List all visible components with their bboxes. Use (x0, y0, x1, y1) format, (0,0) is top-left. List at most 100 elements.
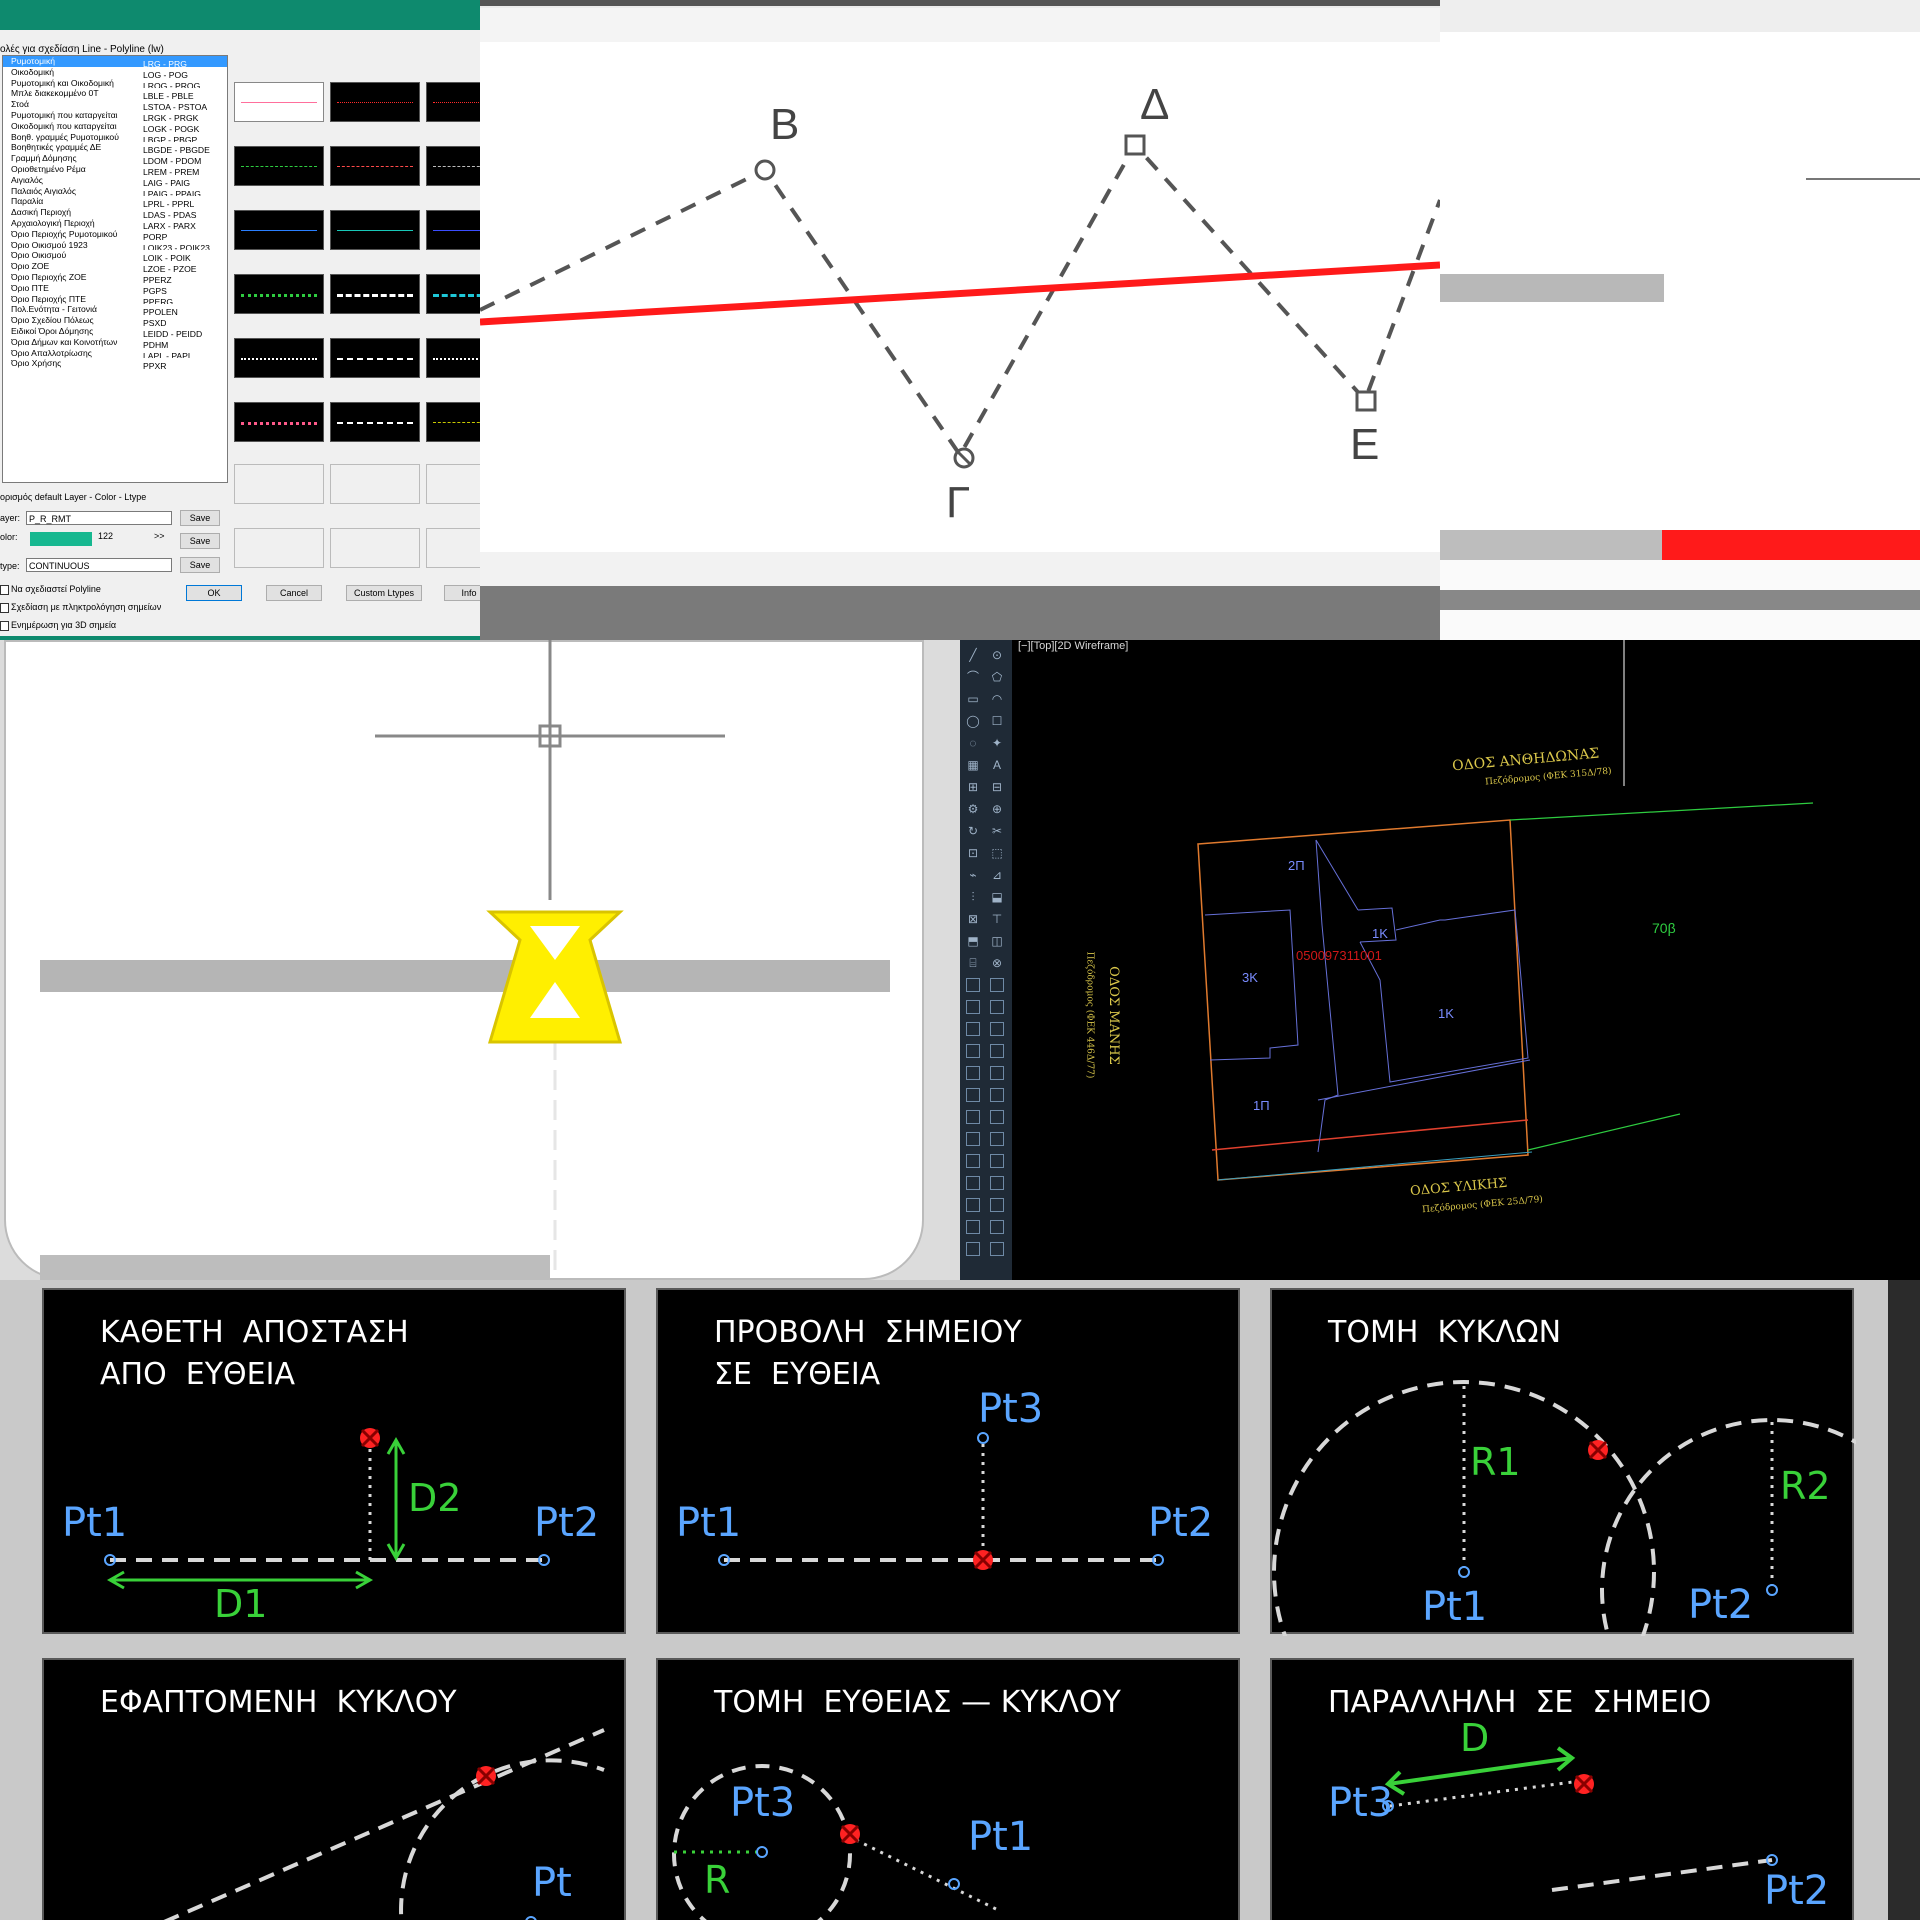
linetype-swatch-empty[interactable] (234, 464, 324, 504)
linetype-swatch[interactable] (234, 82, 324, 122)
ok-button[interactable]: OK (186, 585, 242, 601)
linetype-swatch[interactable] (330, 402, 420, 442)
checkbox-box[interactable] (0, 620, 9, 631)
right-border (1888, 1280, 1920, 1920)
linetype-swatch[interactable] (234, 402, 324, 442)
interior-line (1315, 839, 1359, 911)
linetype-list-item[interactable]: Όριο Περιοχής Ρυμοτομικού PORP (3, 229, 227, 240)
linetype-swatch[interactable] (330, 146, 420, 186)
linetype-swatch[interactable] (426, 146, 480, 186)
linetype-list-item[interactable]: Ειδικοί Όροι Δόμησης LEIDD - PEIDD (3, 326, 227, 337)
vertex-marker-b (754, 159, 776, 181)
color-more-button[interactable]: >> (154, 531, 165, 541)
label-pt3: Pt3 (1328, 1780, 1394, 1826)
linetype-list-item[interactable]: Όριο Οικισμού 1923 LOIK23 - POIK23 (3, 240, 227, 251)
linetype-list-item[interactable]: Δασική Περιοχή LDAS - PDAS (3, 207, 227, 218)
custom-ltypes-button[interactable]: Custom Ltypes (346, 585, 422, 601)
linetype-swatch[interactable] (234, 274, 324, 314)
linetype-swatch[interactable] (426, 402, 480, 442)
linetype-list-item[interactable]: Ρυμοτομική LRG - PRG (3, 56, 227, 67)
linetype-list-item[interactable]: Βοηθ. γραμμές Ρυμοτομικού LBGP - PBGP (3, 132, 227, 143)
vertex-marker-d (1124, 134, 1146, 156)
linetype-swatch[interactable] (426, 210, 480, 250)
linetype-list-item[interactable]: Γραμμή Δόμησης LDOM - PDOM (3, 153, 227, 164)
parcel-boundary (1197, 819, 1529, 1181)
gray-line-thick (40, 960, 890, 992)
linetype-list-item[interactable]: Ρυμοτομική που καταργείται LRGK - PRGK (3, 110, 227, 121)
linetype-swatch[interactable] (330, 82, 420, 122)
save-layer-button[interactable]: Save (180, 510, 220, 526)
linetype-list-item[interactable]: Όριο Σχεδίου Πόλεως PSXD (3, 315, 227, 326)
linetype-name: Γραμμή Δόμησης (11, 153, 77, 164)
linetype-code: LSTOA - PSTOA (143, 101, 208, 110)
linetype-swatch[interactable] (426, 338, 480, 378)
linetype-swatch[interactable] (330, 338, 420, 378)
linetype-list-item[interactable]: Μπλε διακεκομμένο 0T LBLE - PBLE (3, 88, 227, 99)
linetype-list-item[interactable]: Ρυμοτομική και Οικοδομική LROG - PROG (3, 78, 227, 89)
linetype-code: PPERG (143, 296, 174, 305)
linetype-list-item[interactable]: Όρια Δήμων και Κοινοτήτων PDHM (3, 337, 227, 348)
checkbox-box[interactable] (0, 584, 9, 595)
dashed-polyline (480, 141, 1440, 459)
save-ltype-button[interactable]: Save (180, 557, 220, 573)
typed-points-checkbox[interactable]: Σχεδίαση με πληκτρολόγηση σημείων (0, 602, 161, 613)
linetype-code: LPAIG - PPAIG (143, 188, 201, 197)
circle-arc (399, 1758, 605, 1920)
plot-label: 1Π (1253, 1098, 1270, 1113)
linetype-swatch[interactable] (330, 274, 420, 314)
linetype-swatch-empty[interactable] (426, 464, 480, 504)
label-r: R (704, 1858, 731, 1902)
snap-tutorial-panels: ΚΑΘΕΤΗ ΑΠΟΣΤΑΣΗ ΑΠΟ ΕΥΘΕΙΑ Pt1 Pt2 D1 D2… (0, 1280, 1920, 1920)
ltype-input[interactable]: CONTINUOUS (26, 558, 172, 572)
plot-label: 1Κ (1372, 926, 1388, 941)
linetype-list-item[interactable]: Όριο ΠΤΕ PGPS (3, 283, 227, 294)
linetype-list-item[interactable]: Παλαιός Αιγιαλός LPAIG - PPAIG (3, 186, 227, 197)
linetype-swatch[interactable] (426, 274, 480, 314)
color-swatch[interactable] (30, 532, 92, 546)
linetype-name: Βοηθητικές γραμμές ΔΕ (11, 142, 102, 153)
linetype-code: LOGK - POGK (143, 123, 200, 132)
linetype-list-item[interactable]: Όριο ΖΟΕ LZOE - PZOE (3, 261, 227, 272)
linetype-swatch-empty[interactable] (234, 528, 324, 568)
linetype-swatch-empty[interactable] (330, 464, 420, 504)
point-marker (1458, 1566, 1470, 1578)
linetype-list-item[interactable]: Στοά LSTOA - PSTOA (3, 99, 227, 110)
linetype-swatch[interactable] (234, 146, 324, 186)
linetype-list-item[interactable]: Αιγιαλός LAIG - PAIG (3, 175, 227, 186)
linetype-list-item[interactable]: Πολ.Ενότητα - Γειτονιά PPOLEN (3, 304, 227, 315)
linetype-list-item[interactable]: Όριο Απαλλοτρίωσης LAPL - PAPL (3, 348, 227, 359)
linetype-swatch[interactable] (330, 210, 420, 250)
linetype-list-item[interactable]: Βοηθητικές γραμμές ΔΕ LBGDE - PBGDE (3, 142, 227, 153)
gray-bar-lower (40, 1255, 550, 1280)
linetype-code: LRGK - PRGK (143, 112, 199, 121)
linetype-list-item[interactable]: Παραλία LPRL - PPRL (3, 196, 227, 207)
linetype-list-item[interactable]: Όριο Οικισμού LOIK - POIK (3, 250, 227, 261)
linetype-list-item[interactable]: Όριο Περιοχής ΖΟΕ PPERZ (3, 272, 227, 283)
info-button[interactable]: Info (444, 585, 480, 601)
interior-line (1317, 1059, 1531, 1101)
linetype-list-item[interactable]: Οικοδομική LOG - POG (3, 67, 227, 78)
linetype-name: Ρυμοτομική (11, 56, 56, 66)
save-color-button[interactable]: Save (180, 533, 220, 549)
linetype-swatch[interactable] (234, 210, 324, 250)
update-3d-checkbox[interactable]: Ενημέρωση για 3D σημεία (0, 620, 116, 631)
strip-header (1440, 0, 1920, 32)
linetype-list-item[interactable]: Οικοδομική που καταργείται LOGK - POGK (3, 121, 227, 132)
linetype-swatch[interactable] (426, 82, 480, 122)
dialog-titlebar[interactable] (0, 0, 480, 30)
linetype-swatch-empty[interactable] (426, 528, 480, 568)
layer-input[interactable]: P_R_RMT (26, 511, 172, 525)
linetype-listbox[interactable]: Ρυμοτομική LRG - PRG Οικοδομική LOG - POG Ρυ… (2, 55, 228, 483)
linetype-list-item[interactable]: Οριοθετημένο Ρέμα LREM - PREM (3, 164, 227, 175)
linetype-swatch[interactable] (234, 338, 324, 378)
linetype-list-item[interactable]: Όριο Χρήσης PPXR (3, 358, 227, 369)
linetype-swatch-empty[interactable] (330, 528, 420, 568)
checkbox-box[interactable] (0, 602, 9, 613)
thin-gray-line (1806, 178, 1920, 180)
cancel-button[interactable]: Cancel (266, 585, 322, 601)
linetype-list-item[interactable]: Όριο Περιοχής ΠΤΕ PPERG (3, 294, 227, 305)
draw-polyline-checkbox[interactable]: Να σχεδιαστεί Polyline (0, 584, 101, 595)
linetype-list-item[interactable]: Αρχαιολογική Περιοχή LARX - PARX (3, 218, 227, 229)
linetype-name: Αιγιαλός (11, 174, 43, 185)
linetype-code: LOIK - POIK (143, 253, 191, 262)
